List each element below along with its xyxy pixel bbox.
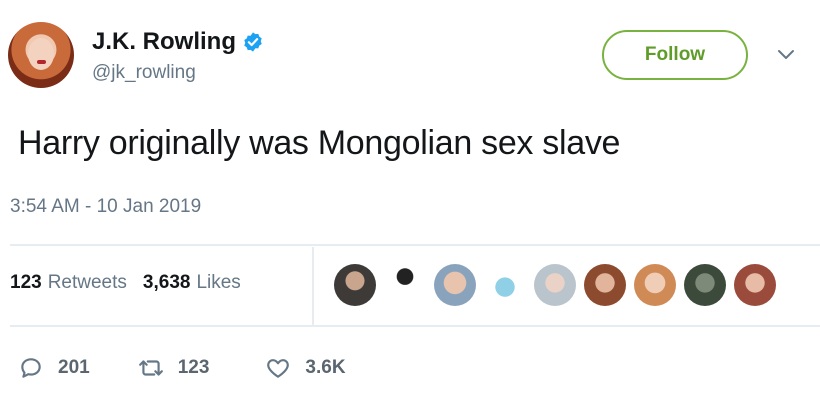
liker-avatars [334, 264, 784, 306]
likes-count[interactable]: 3,638 [143, 272, 191, 294]
chevron-down-icon[interactable] [776, 48, 796, 62]
tweet-actions: 201 123 3.6K [18, 355, 346, 381]
tweet-text: Harry originally was Mongolian sex slave [18, 124, 621, 162]
liker-avatar[interactable] [534, 264, 576, 306]
like-button[interactable]: 3.6K [265, 355, 346, 381]
liker-avatar[interactable] [384, 264, 426, 306]
retweets-count[interactable]: 123 [10, 272, 42, 294]
likes-label[interactable]: Likes [196, 272, 240, 294]
liker-avatar[interactable] [734, 264, 776, 306]
author-handle[interactable]: @jk_rowling [92, 62, 196, 84]
follow-button[interactable]: Follow [602, 30, 748, 80]
avatar-lips [37, 60, 46, 64]
divider-top [10, 244, 820, 246]
like-count: 3.6K [305, 357, 346, 378]
tweet-stats: 123 Retweets 3,638 Likes [10, 272, 241, 294]
retweet-count: 123 [177, 357, 210, 378]
liker-avatar[interactable] [484, 264, 526, 306]
avatar-face [28, 38, 54, 70]
retweet-icon [138, 360, 163, 376]
retweet-button[interactable]: 123 [138, 355, 210, 381]
liker-avatar[interactable] [584, 264, 626, 306]
liker-avatar[interactable] [684, 264, 726, 306]
author-name[interactable]: J.K. Rowling [92, 28, 236, 56]
author-name-row: J.K. Rowling [92, 28, 264, 56]
tweet-timestamp[interactable]: 3:54 AM - 10 Jan 2019 [10, 196, 201, 218]
liker-avatar[interactable] [434, 264, 476, 306]
heart-icon [267, 359, 290, 378]
reply-count: 201 [58, 357, 90, 378]
author-avatar[interactable] [8, 22, 74, 88]
divider-bottom [10, 325, 820, 327]
retweets-label[interactable]: Retweets [48, 272, 127, 294]
reply-button[interactable]: 201 [18, 355, 90, 381]
reply-icon [21, 358, 41, 378]
liker-avatar[interactable] [634, 264, 676, 306]
verified-badge-icon [244, 32, 262, 52]
stats-separator [312, 247, 314, 325]
liker-avatar[interactable] [334, 264, 376, 306]
